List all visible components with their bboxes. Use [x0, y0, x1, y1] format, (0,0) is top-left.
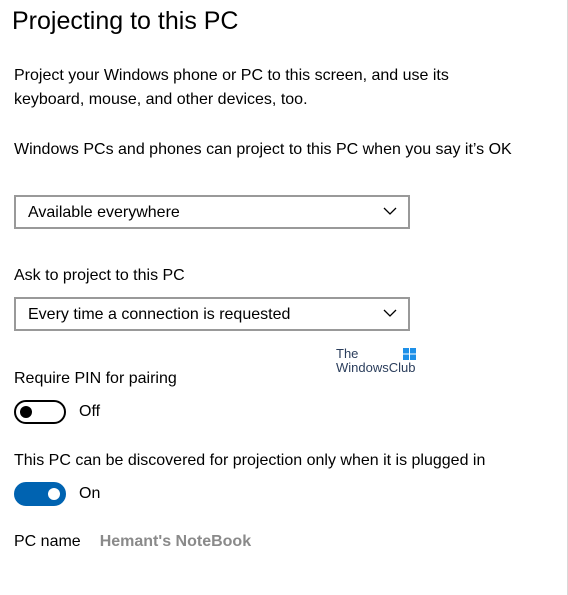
ask-dropdown-value: Every time a connection is requested	[28, 306, 291, 323]
pin-label: Require PIN for pairing	[14, 370, 177, 387]
chevron-down-icon	[383, 309, 397, 317]
plugged-in-label: This PC can be discovered for projection…	[14, 452, 486, 469]
toggle-knob	[20, 406, 32, 418]
pin-toggle-state: Off	[79, 403, 101, 420]
windows-logo-icon	[403, 348, 416, 360]
pc-name-value: Hemant's NoteBook	[99, 533, 252, 550]
ask-dropdown[interactable]: Every time a connection is requested	[14, 297, 410, 331]
ask-label: Ask to project to this PC	[14, 267, 185, 284]
availability-dropdown[interactable]: Available everywhere	[14, 195, 410, 229]
plugged-in-toggle-row: On	[14, 481, 100, 507]
toggle-knob	[48, 488, 60, 500]
availability-dropdown-value: Available everywhere	[28, 204, 180, 221]
watermark-line1: The	[336, 346, 359, 361]
chevron-down-icon	[383, 207, 397, 215]
pin-toggle-row: Off	[14, 399, 100, 425]
page-description: Project your Windows phone or PC to this…	[14, 67, 449, 108]
watermark-line2: WindowsClub	[336, 360, 416, 375]
plugged-in-toggle[interactable]	[14, 482, 66, 506]
availability-label: Windows PCs and phones can project to th…	[14, 141, 512, 158]
pin-toggle[interactable]	[14, 400, 66, 424]
watermark: The WindowsClub	[336, 347, 426, 377]
projecting-settings-page: Projecting to this PC Project your Windo…	[0, 0, 568, 595]
page-title: Projecting to this PC	[12, 7, 239, 35]
pc-name-label: PC name	[14, 533, 81, 550]
pc-name-row: PC name Hemant's NoteBook	[14, 530, 251, 554]
plugged-in-toggle-state: On	[79, 485, 101, 502]
